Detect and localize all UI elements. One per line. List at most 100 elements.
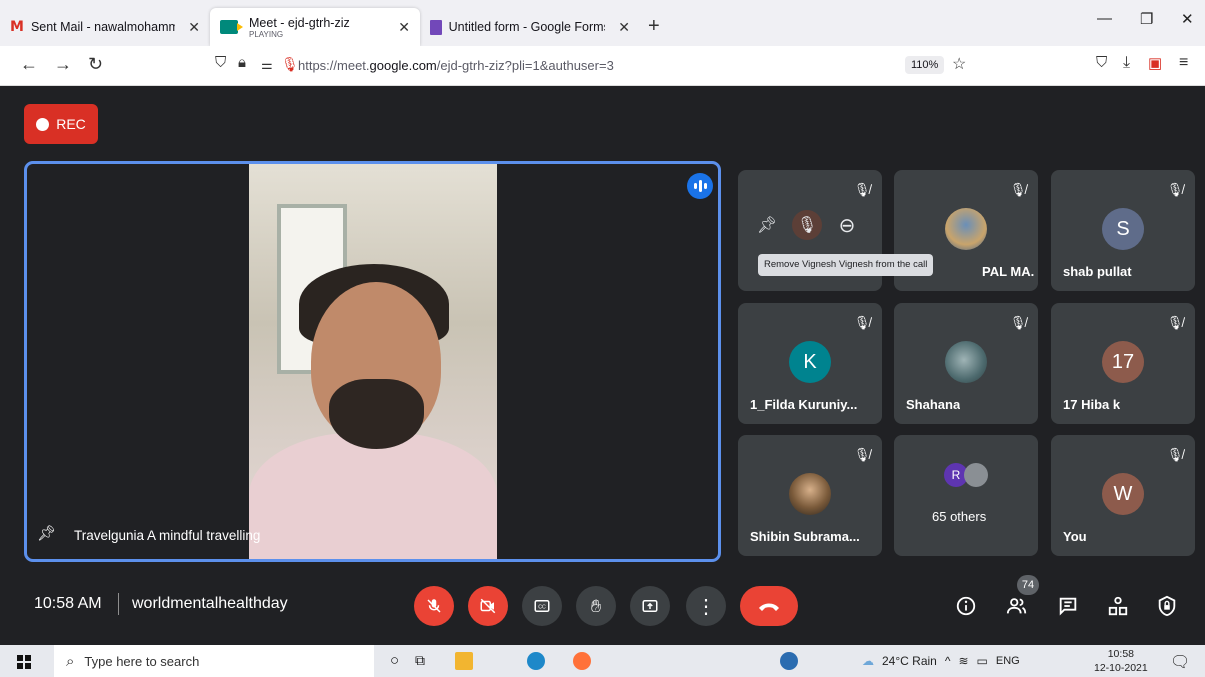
close-tab-icon[interactable]: ✕ [188,19,200,36]
tab-gmail[interactable]: M Sent Mail - nawalmohammed@ ✕ [0,8,210,46]
close-window-icon[interactable]: ✕ [1181,10,1194,28]
record-dot-icon [36,117,50,131]
activities-button[interactable] [1106,594,1130,618]
menu-icon[interactable]: ≡ [1179,54,1188,72]
clock-time: 10:58 [1107,648,1134,660]
close-tab-icon[interactable]: ✕ [398,19,410,36]
avatar: S [1102,208,1144,250]
taskbar-search[interactable]: ⌕ Type here to search [54,645,374,677]
tab-title: Meet - ejd-gtrh-ziz [249,15,350,30]
extension-icon[interactable]: ▣ [1148,54,1162,72]
main-participant-tile[interactable]: 📌︎ Travelgunia A mindful travelling [24,161,721,562]
muted-mic-icon: 🎙︎̸ [853,315,871,330]
participant-name: 17 Hiba k [1063,397,1121,412]
zoom-level[interactable]: 110% [905,56,945,74]
reload-icon[interactable]: ↻ [88,54,103,75]
search-icon: ⌕ [66,652,75,670]
tab-playing-label: PLAYING [249,29,284,39]
meet-icon [220,20,243,34]
participant-name: Shahana [906,397,961,412]
chat-button[interactable] [1056,594,1080,618]
weather-text[interactable]: 24°C Rain [882,654,937,668]
new-tab-icon[interactable]: + [648,15,660,46]
lock-icon[interactable]: 🔒︎ [238,54,246,71]
edge-icon[interactable] [527,652,545,670]
camera-off-icon [480,598,496,614]
participant-tile[interactable]: 🎙︎̸ K 1_Filda Kuruniy... [738,303,882,424]
permissions-icon[interactable]: ⚌ [261,57,273,73]
microphone-icon[interactable]: 🎙︎ [281,56,299,73]
avatar [964,463,988,487]
minimize-icon[interactable]: — [1097,10,1112,27]
url-domain: google.com [369,58,437,73]
shield-icon[interactable]: ⛉ [215,54,226,71]
participant-video [249,164,497,559]
participant-name: You [1063,529,1087,544]
chat-icon [1059,597,1077,616]
notifications-icon[interactable]: 🗨︎ [1170,652,1190,671]
restore-icon[interactable]: ❐ [1140,10,1153,28]
participant-tile[interactable]: 🎙︎̸ 17 17 Hiba k [1051,303,1195,424]
microphone-off-button[interactable] [414,586,454,626]
shield-lock-icon [1158,595,1176,617]
participant-name: shab pullat [1063,264,1132,279]
meeting-details-button[interactable] [954,594,978,618]
captions-button[interactable]: CC [522,586,562,626]
leave-call-button[interactable] [740,586,798,626]
participant-tile[interactable]: 🎙︎̸ S shab pullat [1051,170,1195,291]
recording-badge: REC [24,104,98,144]
host-controls-button[interactable] [1155,594,1179,618]
svg-text:CC: CC [538,604,546,610]
app-icon[interactable] [780,652,798,670]
participant-tile[interactable]: 🎙︎̸ Shibin Subrama... [738,435,882,556]
wifi-icon[interactable]: ≋ [958,654,968,668]
taskbar-clock[interactable]: 10:58 12-10-2021 [1094,647,1148,675]
windows-taskbar: ⌕ Type here to search ○ ⧉ ☁ 24°C Rain ^ … [0,645,1205,677]
hand-icon: ✋︎ [590,595,602,616]
remove-icon[interactable]: ⊖ [832,210,862,240]
pocket-icon[interactable]: ⛉ [1096,54,1107,71]
close-tab-icon[interactable]: ✕ [618,19,630,36]
mute-participant-icon[interactable]: 🎙︎ [792,210,822,240]
system-tray: ☁ 24°C Rain ^ ≋ ▭ ENG [862,654,1020,668]
language-indicator[interactable]: ENG [996,655,1020,667]
present-icon [642,600,658,612]
present-screen-button[interactable] [630,586,670,626]
activities-icon [1108,596,1128,616]
windows-start-icon[interactable] [17,655,31,669]
clock-date: 12-10-2021 [1094,662,1148,674]
search-placeholder: Type here to search [84,653,200,669]
participant-tile-others[interactable]: R 65 others [894,435,1038,556]
people-icon [1006,598,1027,614]
tab-title: Untitled form - Google Forms [448,20,606,34]
participant-count-badge: 74 [1017,575,1039,595]
more-options-button[interactable]: ⋮ [686,586,726,626]
battery-icon[interactable]: ▭ [977,654,988,668]
tab-forms[interactable]: Untitled form - Google Forms ✕ [420,8,640,46]
meeting-name: worldmentalhealthday [132,595,288,612]
pin-icon[interactable]: 📌︎ [752,210,782,240]
download-icon[interactable]: ⤓ [1123,54,1130,72]
file-explorer-icon[interactable] [455,652,473,670]
people-button[interactable] [1005,594,1029,618]
muted-mic-icon: 🎙︎̸ [1166,315,1184,330]
forward-icon[interactable]: → [54,54,72,75]
avatar [945,341,987,383]
tab-meet[interactable]: Meet - ejd-gtrh-ziz PLAYING ✕ [210,8,420,46]
cortana-icon[interactable]: ○ [390,652,408,670]
firefox-icon[interactable] [573,652,591,670]
participant-name: PAL MA... [982,264,1034,279]
bookmark-star-icon[interactable]: ☆ [952,54,966,74]
tile-hover-controls: 📌︎ 🎙︎ ⊖ [752,210,862,240]
participant-tile[interactable]: 🎙︎̸ Shahana [894,303,1038,424]
participant-tile-self[interactable]: 🎙︎̸ W You [1051,435,1195,556]
tooltip: Remove Vignesh Vignesh from the call [758,254,934,276]
url-bar[interactable]: https://meet.google.com/ejd-gtrh-ziz?pli… [298,58,614,73]
chevron-up-icon[interactable]: ^ [945,654,951,668]
muted-mic-icon: 🎙︎̸ [1166,447,1184,462]
muted-mic-icon: 🎙︎̸ [853,447,871,462]
camera-off-button[interactable] [468,586,508,626]
raise-hand-button[interactable]: ✋︎ [576,586,616,626]
task-view-icon[interactable]: ⧉ [415,652,433,670]
back-icon[interactable]: ← [20,54,38,75]
